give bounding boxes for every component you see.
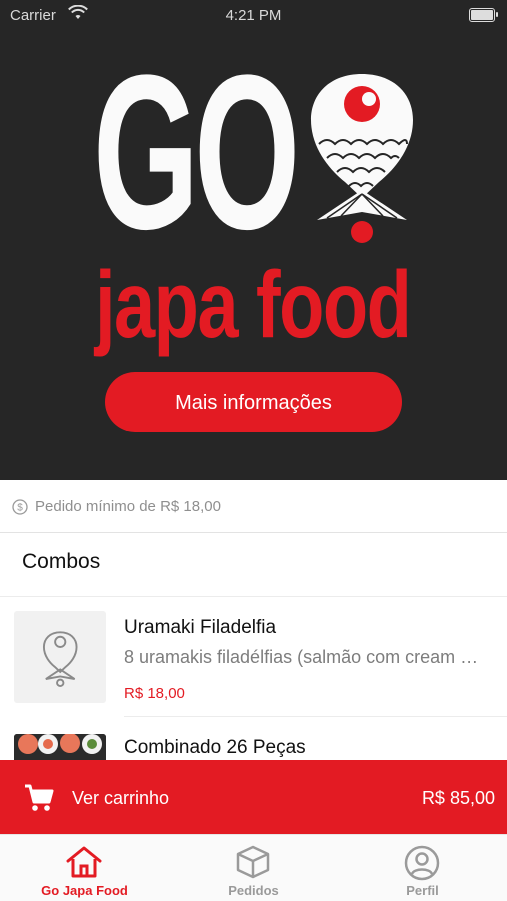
product-item[interactable]: Combinado 26 Peças [0,717,507,760]
status-bar: Carrier 4:21 PM [0,0,507,30]
min-order-bar: $ Pedido mínimo de R$ 18,00 [0,480,507,533]
shopping-cart-icon [24,784,54,817]
view-cart-label: Ver carrinho [72,788,170,808]
min-order-text: Pedido mínimo de R$ 18,00 [35,498,221,515]
logo-japa-food-text: japa food [95,252,412,358]
more-info-button[interactable]: Mais informações [105,372,402,432]
tab-orders[interactable]: Pedidos [169,835,338,901]
product-item[interactable]: Uramaki Filadelfia 8 uramakis filadélfia… [0,597,507,715]
fish-logo-icon [305,70,420,250]
tab-orders-label: Pedidos [228,883,279,898]
restaurant-hero: Carrier 4:21 PM GO japa food Mais inform… [0,0,507,480]
money-icon: $ [12,499,28,520]
section-title-combos: Combos [22,550,101,573]
tab-profile[interactable]: Perfil [338,835,507,901]
status-time: 4:21 PM [225,7,282,24]
tab-bar: Go Japa Food Pedidos Perfil [0,834,507,901]
cart-total: R$ 85,00 [421,788,495,808]
home-icon [64,845,104,884]
product-placeholder-image [14,611,106,703]
product-photo-image [14,734,106,760]
product-price: R$ 18,00 [124,685,185,702]
product-name: Combinado 26 Peças [124,737,306,758]
product-description: 8 uramakis filadélfias (salmão com cream… [124,647,484,667]
svg-text:$: $ [17,503,23,514]
tab-home-label: Go Japa Food [41,883,128,898]
battery-icon [469,8,498,22]
user-icon [404,845,440,886]
product-name: Uramaki Filadelfia [124,617,277,638]
logo-go-text: GO [93,29,300,275]
box-icon [235,845,271,884]
tab-home[interactable]: Go Japa Food [0,835,169,901]
view-cart-button[interactable]: Ver carrinho R$ 85,00 [0,760,507,834]
tab-profile-label: Perfil [406,883,439,898]
